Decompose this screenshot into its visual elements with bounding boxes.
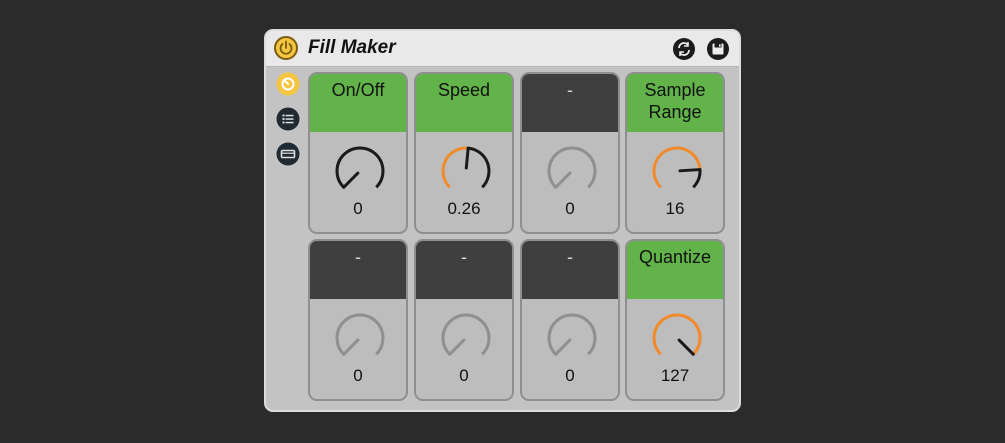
power-icon[interactable]: [274, 36, 298, 60]
macro-knob[interactable]: Quantize 127: [625, 239, 725, 401]
macro-knob[interactable]: -0: [308, 239, 408, 401]
knob-dial[interactable]: [333, 144, 387, 198]
device-title-bar: Fill Maker: [266, 31, 739, 67]
knob-label: Speed: [416, 74, 512, 132]
macro-knob[interactable]: -0: [520, 72, 620, 234]
knob-label: -: [522, 74, 618, 132]
macro-knob[interactable]: -0: [520, 239, 620, 401]
knob-dial[interactable]: [333, 311, 387, 365]
knob-value: 0: [565, 199, 575, 218]
knob-label: Quantize: [627, 241, 723, 299]
device-view-icon[interactable]: [276, 72, 300, 96]
knob-value: 0: [353, 366, 363, 385]
knob-needle: [554, 171, 572, 189]
fold-icon[interactable]: [276, 142, 300, 166]
macro-knob[interactable]: On/Off 0: [308, 72, 408, 234]
knob-arc-track: [335, 313, 385, 356]
knob-value: 0: [459, 366, 469, 385]
knob-dial[interactable]: [545, 144, 599, 198]
knob-arc-fill: [441, 146, 469, 189]
save-icon[interactable]: [706, 37, 730, 61]
knob-arc-track: [692, 169, 702, 189]
knob-arc-fill: [652, 146, 702, 189]
knob-arc-track: [441, 313, 491, 356]
list-icon[interactable]: [276, 107, 300, 131]
knob-needle: [342, 171, 360, 189]
knob-needle: [554, 338, 572, 356]
knob-value: 0.26: [447, 199, 481, 218]
fill-maker-device: Fill Maker On/Off 0 Speed 0.26 - 0 Sampl…: [264, 29, 741, 412]
device-title: Fill Maker: [308, 37, 396, 58]
macro-knob[interactable]: Speed 0.26: [414, 72, 514, 234]
knob-dial[interactable]: [545, 311, 599, 365]
knob-label: -: [416, 241, 512, 299]
knob-label: Sample Range: [627, 74, 723, 132]
knob-value: 0: [353, 199, 363, 218]
macro-knob[interactable]: Sample Range 16: [625, 72, 725, 234]
knob-arc-track: [335, 146, 385, 189]
knob-arc-track: [547, 146, 597, 189]
knob-arc-fill: [652, 313, 702, 356]
knob-label: On/Off: [310, 74, 406, 132]
knob-dial[interactable]: [439, 144, 493, 198]
knob-dial[interactable]: [650, 144, 704, 198]
macro-knob[interactable]: -0: [414, 239, 514, 401]
knob-label: -: [310, 241, 406, 299]
knob-value: 0: [565, 366, 575, 385]
knob-dial[interactable]: [439, 311, 493, 365]
sync-icon[interactable]: [672, 37, 696, 61]
knob-needle: [677, 338, 695, 356]
knob-needle: [342, 338, 360, 356]
knob-dial[interactable]: [650, 311, 704, 365]
knob-needle: [464, 146, 470, 170]
knob-needle: [678, 168, 702, 173]
knob-arc-track: [467, 146, 491, 189]
knob-value: 16: [665, 199, 685, 218]
knob-arc-track: [547, 313, 597, 356]
knob-label: -: [522, 241, 618, 299]
knob-needle: [448, 338, 466, 356]
knob-value: 127: [660, 366, 690, 385]
